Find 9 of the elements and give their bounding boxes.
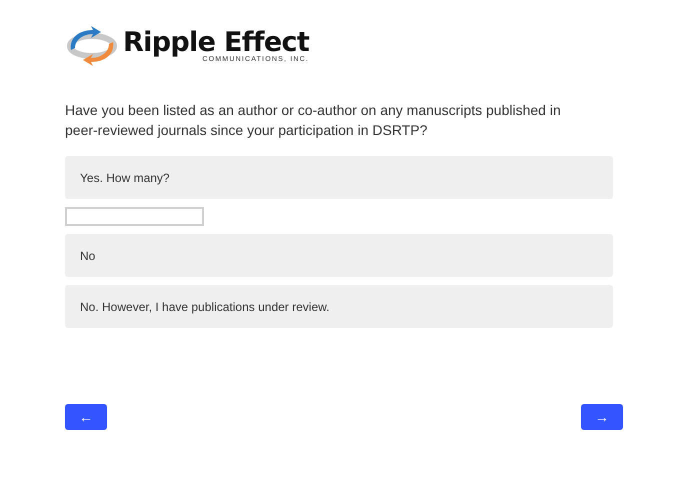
answer-option[interactable]: No [65,234,613,277]
answer-option[interactable]: No. However, I have publications under review. [65,285,613,328]
answer-option[interactable]: Yes. How many? [65,156,613,199]
swirl-logo-icon [65,24,119,68]
count-input-field[interactable] [65,207,204,226]
back-button[interactable]: ← [65,404,107,430]
next-button[interactable]: → [581,404,623,430]
question-text: Have you been listed as an author or co-author on any manuscripts published in peer-reviewed journals since your participation in DSRTP? [65,101,562,140]
logo-name: Ripple Effect [123,30,310,56]
